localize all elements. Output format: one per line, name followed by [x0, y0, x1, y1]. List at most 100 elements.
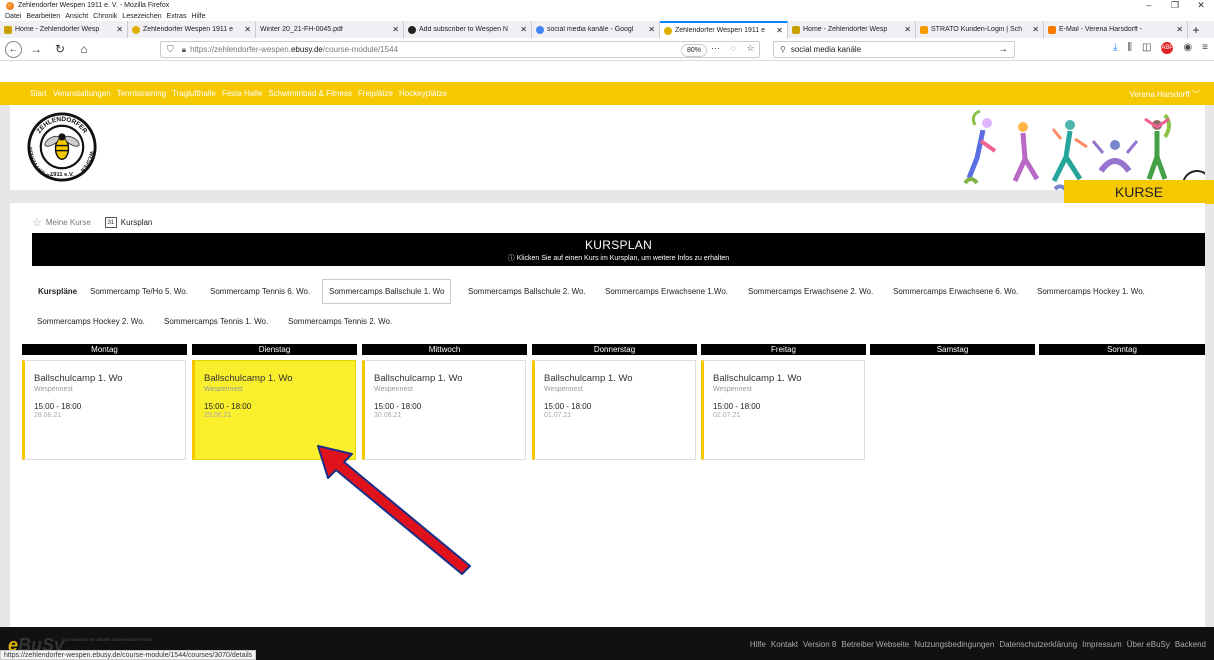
menu-ansicht[interactable]: Ansicht	[65, 13, 88, 20]
course-date: 29.06.21	[204, 412, 232, 419]
url-bar[interactable]: ⛉ 🔒︎ https://zehlendorfer-wespen. ebusy.d…	[160, 41, 760, 58]
reload-button[interactable]: ↻	[50, 39, 70, 59]
course-card[interactable]: Ballschulcamp 1. Wo Wespennest 15:00 - 1…	[701, 360, 865, 460]
tab-course-plan[interactable]: Sommercamps Ballschule 2. Wo.	[468, 287, 586, 296]
site-nav-start[interactable]: Start	[30, 89, 47, 98]
shield-icon[interactable]: ⛉	[167, 44, 174, 55]
footer-link-nutzungsbedingungen[interactable]: Nutzungsbedingungen	[914, 640, 994, 649]
library-icon[interactable]: ⫼	[1127, 42, 1132, 54]
close-tab-icon[interactable]: ✕	[244, 25, 251, 34]
footer-link-datenschutz[interactable]: Datenschutzerklärung	[999, 640, 1077, 649]
menu-extras[interactable]: Extras	[167, 13, 187, 20]
user-menu[interactable]: Verena Harsdorff ﹀	[1129, 89, 1200, 100]
menu-hilfe[interactable]: Hilfe	[191, 13, 205, 20]
browser-tab[interactable]: STRATO Kunden-Login | Sch ✕	[916, 21, 1044, 38]
browser-tab[interactable]: Home - Zehlendorfer Wesp ✕	[788, 21, 916, 38]
strato-favicon-icon	[920, 25, 928, 34]
menu-datei[interactable]: Datei	[5, 13, 21, 20]
footer-link-version[interactable]: Version 8	[803, 640, 836, 649]
back-button[interactable]: ←	[5, 40, 22, 58]
sidebar-icon[interactable]: ◫	[1142, 42, 1151, 54]
menu-lesezeichen[interactable]: Lesezeichen	[122, 13, 161, 20]
club-logo[interactable]: ZEHLENDORFER SPORTVEREIN WESPEN 1911 e.V…	[26, 111, 98, 183]
menu-chronik[interactable]: Chronik	[93, 13, 117, 20]
menu-hamburger-icon[interactable]: ≡	[1202, 42, 1208, 54]
site-nav-veranstaltungen[interactable]: Veranstaltungen	[53, 89, 111, 98]
close-tab-icon[interactable]: ✕	[1032, 25, 1039, 34]
browser-tab-active[interactable]: Zehlendorfer Wespen 1911 e ✕	[660, 21, 788, 38]
site-nav-feste-halle[interactable]: Feste Halle	[222, 89, 262, 98]
close-tab-icon[interactable]: ✕	[776, 26, 783, 35]
tab-course-plan[interactable]: Sommercamp Tennis 6. Wo.	[210, 287, 310, 296]
close-tab-icon[interactable]: ✕	[392, 25, 399, 34]
browser-tab[interactable]: Zehlendorfer Wespen 1911 e ✕	[128, 21, 256, 38]
window-titlebar: Zehlendorfer Wespen 1911 e. V. - Mozilla…	[0, 0, 1214, 11]
close-tab-icon[interactable]: ✕	[520, 25, 527, 34]
close-tab-icon[interactable]: ✕	[116, 25, 123, 34]
tab-course-plan-active[interactable]: Sommercamps Ballschule 1. Wo	[322, 279, 452, 304]
browser-tab[interactable]: Winter 20_21-FH-0045.pdf ✕	[256, 21, 404, 38]
toolbar-icons: ⤓ ⫼ ◫ ABP ◉ ≡	[1113, 42, 1208, 54]
footer-link-ueber-ebusy[interactable]: Über eBuSy	[1127, 640, 1170, 649]
browser-tab[interactable]: social media kanäle - Googl ✕	[532, 21, 660, 38]
menu-bar: Datei Bearbeiten Ansicht Chronik Lesezei…	[0, 11, 1214, 21]
tab-course-plan[interactable]: Sommercamp Te/Ho 5. Wo.	[90, 287, 188, 296]
tab-course-plan[interactable]: Sommercamps Tennis 2. Wo.	[288, 317, 392, 326]
account-icon[interactable]: ◉	[1183, 42, 1192, 54]
browser-tab[interactable]: Home - Zehlendorfer Wesp ✕	[0, 21, 128, 38]
home-button[interactable]: ⌂	[74, 39, 94, 59]
maximize-button[interactable]: ❐	[1162, 0, 1188, 11]
tab-kursplaene: Kurspläne	[38, 287, 78, 296]
course-card[interactable]: Ballschulcamp 1. Wo Wespennest 15:00 - 1…	[532, 360, 696, 460]
forward-button[interactable]: →	[26, 39, 46, 59]
close-tab-icon[interactable]: ✕	[648, 25, 655, 34]
tab-label: Home - Zehlendorfer Wesp	[803, 26, 888, 33]
footer-link-hilfe[interactable]: Hilfe	[750, 640, 766, 649]
mail-favicon-icon	[1048, 25, 1056, 34]
tab-course-plan[interactable]: Sommercamps Hockey 2. Wo.	[37, 317, 145, 326]
site-nav-freiplaetze[interactable]: Freiplätze	[358, 89, 393, 98]
close-tab-icon[interactable]: ✕	[1176, 25, 1183, 34]
tab-course-plan[interactable]: Sommercamps Erwachsene 1.Wo.	[605, 287, 728, 296]
main-panel: ☆ Meine Kurse 31 Kursplan KURSPLAN ⓘ Kli…	[10, 203, 1205, 627]
course-date: 01.07.21	[544, 412, 572, 419]
breadcrumb-meine-kurse[interactable]: Meine Kurse	[46, 218, 91, 227]
star-icon[interactable]: ☆	[32, 216, 42, 229]
tab-course-plan[interactable]: Sommercamps Hockey 1. Wo.	[1037, 287, 1145, 296]
lock-icon[interactable]: 🔒︎	[182, 45, 186, 55]
close-tab-icon[interactable]: ✕	[904, 25, 911, 34]
calendar-icon[interactable]: 31	[104, 217, 117, 228]
site-nav-schwimmbad-fitness[interactable]: Schwimmbad & Fitness	[268, 89, 352, 98]
site-header: ZEHLENDORFER SPORTVEREIN WESPEN 1911 e.V…	[10, 105, 1205, 200]
tab-course-plan[interactable]: Sommercamps Erwachsene 2. Wo.	[748, 287, 873, 296]
breadcrumb-kursplan[interactable]: Kursplan	[121, 218, 153, 227]
tab-course-plan[interactable]: Sommercamps Tennis 1. Wo.	[164, 317, 268, 326]
new-tab-button[interactable]: +	[1188, 21, 1204, 38]
tab-course-plan[interactable]: Sommercamps Erwachsene 6. Wo.	[893, 287, 1018, 296]
tab-label: Zehlendorfer Wespen 1911 e	[143, 26, 234, 33]
adblock-icon[interactable]: ABP	[1161, 42, 1173, 54]
google-favicon-icon	[536, 25, 544, 34]
zoom-indicator[interactable]: 80%	[681, 44, 708, 57]
menu-bearbeiten[interactable]: Bearbeiten	[26, 13, 60, 20]
site-nav-hockeyplaetze[interactable]: Hockeyplätze	[399, 89, 447, 98]
download-icon[interactable]: ⤓	[1113, 42, 1117, 54]
page-actions-icons[interactable]: ⋯ ◌ ☆	[711, 43, 758, 54]
course-card[interactable]: Ballschulcamp 1. Wo Wespennest 15:00 - 1…	[22, 360, 186, 460]
footer-link-impressum[interactable]: Impressum	[1082, 640, 1122, 649]
site-nav-tennistraining[interactable]: Tennistraining	[117, 89, 166, 98]
site-nav-traglufthalle[interactable]: Traglufthalle	[172, 89, 216, 98]
course-location: Wespennest	[544, 386, 583, 393]
minimize-button[interactable]: –	[1136, 0, 1162, 11]
footer-link-kontakt[interactable]: Kontakt	[771, 640, 798, 649]
browser-tab[interactable]: Add subscriber to Wespen N ✕	[404, 21, 532, 38]
course-date: 30.06.21	[374, 412, 402, 419]
footer-link-betreiber[interactable]: Betreiber Webseite	[841, 640, 909, 649]
footer-link-backend[interactable]: Backend	[1175, 640, 1206, 649]
browser-tab[interactable]: E-Mail - Verena Harsdorff - ✕	[1044, 21, 1188, 38]
close-window-button[interactable]: ✕	[1188, 0, 1214, 11]
search-go-icon[interactable]: →	[998, 44, 1008, 55]
window-controls: – ❐ ✕	[1136, 0, 1214, 11]
tab-label: Winter 20_21-FH-0045.pdf	[260, 26, 343, 33]
search-bar[interactable]: ⚲ social media kanäle →	[773, 41, 1015, 58]
